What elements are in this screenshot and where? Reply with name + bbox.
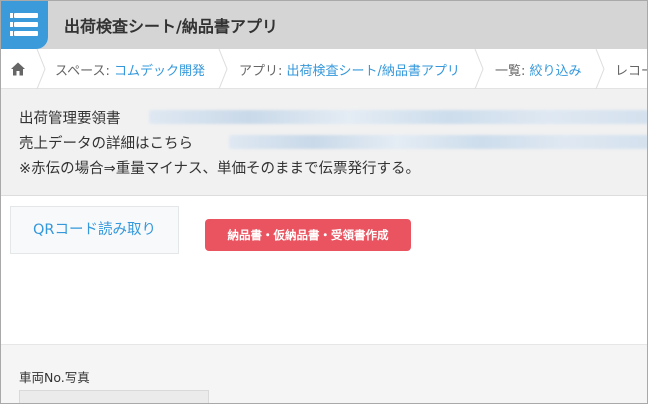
app-header: 出荷検査シート/納品書アプリ	[1, 1, 647, 49]
list-icon[interactable]	[1, 1, 48, 49]
list-icon-bar	[14, 22, 38, 27]
breadcrumb-view-prefix: 一覧:	[495, 64, 530, 79]
chevron-right-icon	[595, 49, 605, 89]
chevron-right-icon	[218, 49, 228, 89]
info-line-sales: 売上データの詳細はこちら	[19, 136, 193, 152]
breadcrumb-record: レコー	[615, 64, 647, 79]
chevron-right-icon	[36, 49, 46, 89]
redacted-link[interactable]	[149, 110, 647, 124]
breadcrumb: スペース: コムデック開発 アプリ: 出荷検査シート/納品書アプリ 一覧: 絞り…	[1, 49, 647, 89]
info-panel: 出荷管理要領書 売上データの詳細はこちら ※赤伝の場合⇒重量マイナス、単価そのま…	[1, 89, 647, 196]
app-window: 出荷検査シート/納品書アプリ スペース: コムデック開発 アプリ: 出荷検査シー…	[0, 0, 648, 404]
redacted-link[interactable]	[229, 135, 647, 149]
action-area: QRコード読み取り 納品書・仮納品書・受領書作成	[1, 196, 647, 344]
info-line-manual: 出荷管理要領書	[19, 111, 121, 127]
home-icon[interactable]	[10, 61, 26, 77]
breadcrumb-space-link[interactable]: コムデック開発	[114, 64, 205, 79]
breadcrumb-view-link[interactable]: 絞り込み	[530, 64, 582, 79]
breadcrumb-app-prefix: アプリ:	[239, 64, 287, 79]
list-icon-dot	[10, 13, 13, 18]
info-line-note: ※赤伝の場合⇒重量マイナス、単価そのままで伝票発行する。	[19, 161, 421, 177]
breadcrumb-app-link[interactable]: 出荷検査シート/納品書アプリ	[287, 64, 460, 79]
breadcrumb-space: スペース: コムデック開発	[55, 60, 205, 79]
list-icon-bar	[14, 13, 38, 18]
vehicle-photo-field[interactable]	[19, 390, 209, 403]
breadcrumb-app: アプリ: 出荷検査シート/納品書アプリ	[239, 60, 460, 79]
list-icon-bar	[14, 31, 38, 36]
breadcrumb-view: 一覧: 絞り込み	[495, 60, 582, 79]
create-documents-button[interactable]: 納品書・仮納品書・受領書作成	[205, 219, 411, 251]
list-icon-dot	[10, 31, 13, 36]
vehicle-photo-label: 車両No.写真	[19, 370, 90, 385]
record-section: 車両No.写真	[1, 344, 647, 403]
app-title: 出荷検査シート/納品書アプリ	[64, 17, 278, 36]
qr-scan-button[interactable]: QRコード読み取り	[10, 206, 179, 254]
chevron-right-icon	[474, 49, 484, 89]
breadcrumb-space-prefix: スペース:	[55, 64, 114, 79]
list-icon-dot	[10, 22, 13, 27]
